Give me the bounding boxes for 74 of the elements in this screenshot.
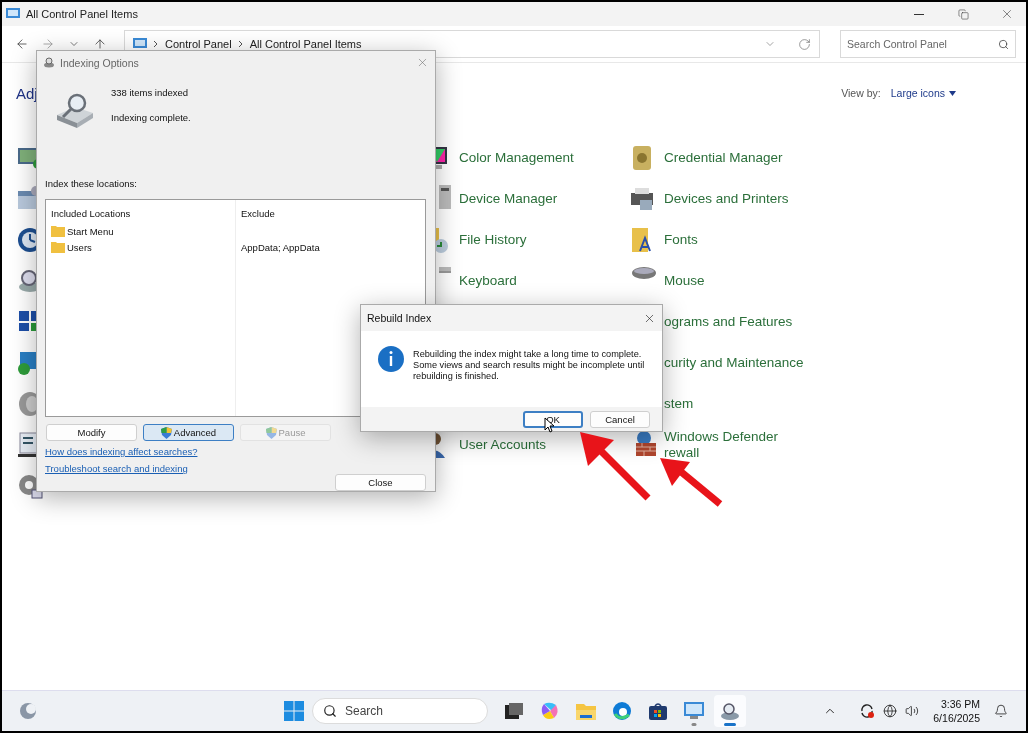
clock-time[interactable]: 3:36 PM	[940, 697, 980, 711]
control-panel-link[interactable]: ograms and Features	[664, 313, 793, 330]
control-panel-link[interactable]: Color Management	[459, 149, 574, 166]
minimize-icon	[914, 13, 924, 15]
chevron-right-icon	[237, 40, 244, 48]
folder-icon	[51, 225, 65, 238]
dialog-message: Rebuilding the index might take a long time to complete. Some views and search results might be incomplete until rebuilding is finished.	[413, 348, 645, 383]
dialog-button[interactable]: Cancel	[590, 410, 650, 428]
firewall-icon	[636, 430, 656, 456]
control-panel-link[interactable]: File History	[459, 231, 527, 248]
help-link[interactable]: How does indexing affect searches?	[45, 446, 198, 457]
start-icon[interactable]	[284, 701, 304, 721]
taskbar-search-field[interactable]: Search	[312, 698, 488, 724]
control-panel-link[interactable]: Keyboard	[459, 272, 517, 289]
folder-icon	[576, 702, 596, 720]
device-tower-icon	[439, 184, 451, 209]
close-button[interactable]: Close	[335, 474, 426, 491]
breadcrumb[interactable]: Control Panel	[165, 38, 232, 50]
restore-icon	[957, 8, 969, 20]
swirl-icon	[540, 701, 560, 721]
clock-date[interactable]: 6/16/2025	[933, 711, 980, 725]
breadcrumb[interactable]: All Control Panel Items	[249, 38, 362, 50]
globe-icon[interactable]	[883, 704, 898, 718]
view-by-dropdown[interactable]: Large icons	[890, 87, 956, 99]
indexed-count: 338 items indexed	[111, 86, 190, 98]
arrow	[580, 432, 652, 502]
sync-icon[interactable]	[859, 703, 876, 719]
refresh-icon[interactable]	[798, 37, 811, 51]
control-panel-icon	[6, 8, 20, 20]
keyboard-icon	[439, 266, 451, 273]
location-name[interactable]: Start Menu	[67, 225, 114, 237]
view-by-label: View by:	[841, 87, 881, 99]
shield-icon	[160, 426, 172, 439]
arrow-right-icon	[41, 37, 55, 51]
control-panel-link[interactable]: Fonts	[664, 231, 698, 248]
dialog-button[interactable]: Advanced	[143, 424, 234, 441]
control-panel-link[interactable]: Credential Manager	[664, 149, 783, 166]
chevron-right-icon	[153, 40, 159, 48]
speaker-icon[interactable]	[905, 704, 920, 718]
store-bag-icon	[649, 702, 667, 720]
control-panel-link[interactable]: Windows Defender rewall	[664, 428, 779, 461]
caret-icon	[949, 90, 956, 96]
window-stack-icon	[505, 703, 523, 719]
control-panel-link[interactable]: Device Manager	[459, 190, 558, 207]
control-panel-link[interactable]: Mouse	[664, 272, 705, 289]
shield-icon	[265, 426, 277, 439]
notification-icon[interactable]	[994, 704, 1008, 718]
folder-icon	[51, 241, 65, 254]
dialog-button[interactable]: Modify	[46, 424, 137, 441]
exclude-value: AppData; AppData	[241, 241, 320, 253]
window-title: All Control Panel Items	[26, 8, 139, 20]
indexing-status: Indexing complete.	[111, 111, 191, 123]
arrow	[660, 458, 724, 508]
search-field[interactable]: Search Control Panel	[840, 30, 1016, 58]
close-icon	[1000, 7, 1014, 21]
location-name[interactable]: Users	[67, 241, 92, 253]
column-header[interactable]: Exclude	[241, 204, 425, 223]
dialog-title: Indexing Options	[60, 56, 140, 69]
control-panel-icon	[684, 702, 704, 720]
search-icon	[323, 704, 337, 718]
control-panel-link[interactable]: User Accounts	[459, 436, 547, 453]
help-link[interactable]: Troubleshoot search and indexing	[45, 463, 188, 474]
info-icon	[377, 345, 405, 373]
control-panel-link[interactable]: Devices and Printers	[664, 190, 789, 207]
locations-label: Index these locations:	[45, 178, 137, 190]
column-header[interactable]: Included Locations	[51, 204, 235, 223]
control-panel-link[interactable]: curity and Maintenance	[664, 354, 804, 371]
browser-icon	[612, 701, 632, 721]
mouse-icon	[632, 266, 656, 279]
control-panel-icon	[133, 38, 147, 50]
indexing-icon	[720, 702, 740, 720]
control-panel-link[interactable]: stem	[664, 395, 694, 412]
search-icon	[998, 38, 1009, 50]
dialog-title: Rebuild Index	[367, 312, 433, 324]
